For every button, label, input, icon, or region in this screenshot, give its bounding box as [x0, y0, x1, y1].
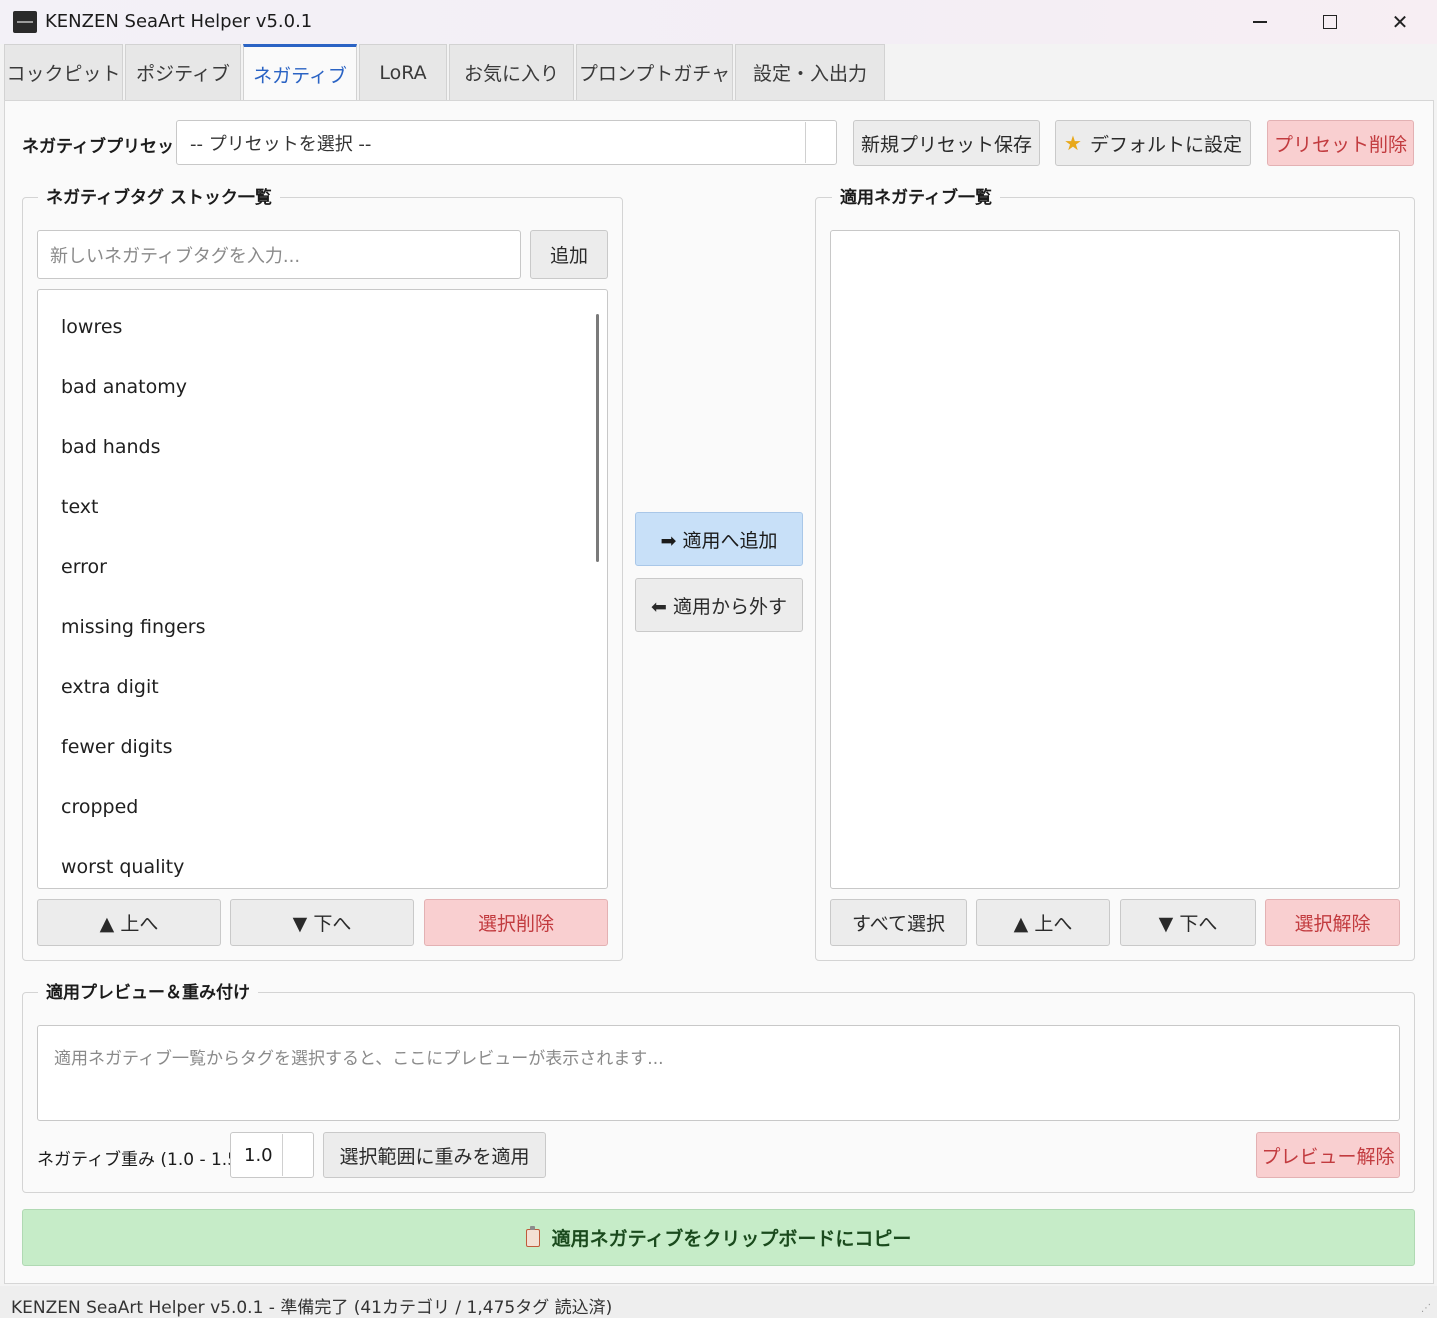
applied-up-label: ▲ 上へ [1013, 913, 1073, 935]
preset-selected-value: -- プリセットを選択 -- [190, 133, 372, 155]
weight-spinbox[interactable]: 1.0 [230, 1132, 314, 1178]
list-item[interactable]: fewer digits [61, 736, 173, 758]
copy-to-clipboard-label: 適用ネガティブをクリップボードにコピー [551, 1228, 912, 1250]
tab-prompt-gacha[interactable]: プロンプトガチャ [576, 44, 733, 100]
list-item[interactable]: lowres [61, 316, 122, 338]
tab-favorites[interactable]: お気に入り [449, 44, 574, 100]
applied-up-button[interactable]: ▲ 上へ [976, 899, 1110, 946]
clear-preview-button[interactable]: プレビュー解除 [1256, 1132, 1400, 1178]
delete-preset-label: プリセット削除 [1273, 133, 1407, 156]
add-to-applied-label: ➡ 適用へ追加 [660, 529, 778, 552]
list-item[interactable]: bad anatomy [61, 376, 187, 398]
tab-settings-io[interactable]: 設定・入出力 [735, 44, 885, 100]
list-item[interactable]: worst quality [61, 856, 184, 878]
save-preset-label: 新規プリセット保存 [860, 133, 1032, 156]
add-tag-label: 追加 [549, 245, 588, 267]
stock-up-label: ▲ 上へ [99, 913, 159, 935]
remove-from-applied-button[interactable]: ⬅ 適用から外す [635, 578, 803, 632]
stock-list[interactable]: lowres bad anatomy bad hands text error … [37, 289, 608, 889]
minimize-icon [1253, 21, 1267, 23]
tab-cockpit[interactable]: コックピット [4, 44, 123, 100]
list-item[interactable]: extra digit [61, 676, 159, 698]
set-default-label: デフォルトに設定 [1089, 133, 1242, 156]
title-bar: KENZEN SeaArt Helper v5.0.1 ✕ [0, 0, 1437, 44]
preview-group-title: 適用プレビュー＆重み付け [38, 978, 258, 1003]
preset-label: ネガティブプリセット: [22, 137, 198, 157]
stock-up-button[interactable]: ▲ 上へ [37, 899, 221, 946]
window-title: KENZEN SeaArt Helper v5.0.1 [45, 11, 313, 32]
preset-dropdown[interactable]: -- プリセットを選択 -- [176, 120, 837, 165]
deselect-button[interactable]: 選択解除 [1265, 899, 1400, 946]
stock-down-button[interactable]: ▼ 下へ [230, 899, 414, 946]
clipboard-icon [525, 1225, 540, 1247]
list-item[interactable]: cropped [61, 796, 138, 818]
set-default-button[interactable]: ★ デフォルトに設定 [1055, 120, 1251, 166]
select-all-button[interactable]: すべて選択 [830, 899, 967, 946]
preview-placeholder: 適用ネガティブ一覧からタグを選択すると、ここにプレビューが表示されます... [54, 1049, 664, 1069]
list-item[interactable]: bad hands [61, 436, 161, 458]
list-item[interactable]: error [61, 556, 107, 578]
add-tag-button[interactable]: 追加 [530, 230, 608, 279]
maximize-button[interactable] [1296, 0, 1364, 44]
applied-down-label: ▼ 下へ [1158, 913, 1218, 935]
add-to-applied-button[interactable]: ➡ 適用へ追加 [635, 512, 803, 566]
applied-list[interactable] [830, 230, 1400, 889]
deselect-label: 選択解除 [1294, 913, 1371, 935]
weight-value: 1.0 [244, 1144, 273, 1166]
weight-label: ネガティブ重み (1.0 - 1.5): [37, 1150, 251, 1170]
spinbox-divider [282, 1134, 283, 1176]
tab-positive[interactable]: ポジティブ [125, 44, 241, 100]
delete-preset-button[interactable]: プリセット削除 [1267, 120, 1414, 166]
stock-delete-button[interactable]: 選択削除 [424, 899, 608, 946]
resize-grip-icon[interactable]: ⋰ [1421, 1303, 1431, 1314]
app-icon [13, 11, 37, 33]
tab-negative[interactable]: ネガティブ [243, 44, 357, 101]
status-text: KENZEN SeaArt Helper v5.0.1 - 準備完了 (41カテ… [11, 1298, 613, 1318]
new-tag-input[interactable]: 新しいネガティブタグを入力... [37, 230, 521, 279]
new-tag-placeholder: 新しいネガティブタグを入力... [50, 245, 301, 267]
stock-list-scrollbar[interactable] [596, 314, 599, 562]
stock-delete-label: 選択削除 [477, 913, 554, 935]
remove-from-applied-label: ⬅ 適用から外す [651, 595, 787, 618]
save-preset-button[interactable]: 新規プリセット保存 [853, 120, 1040, 166]
applied-down-button[interactable]: ▼ 下へ [1120, 899, 1256, 946]
minimize-button[interactable] [1226, 0, 1294, 44]
maximize-icon [1323, 15, 1337, 29]
list-item[interactable]: missing fingers [61, 616, 205, 638]
tab-lora[interactable]: LoRA [359, 44, 447, 100]
apply-weight-button[interactable]: 選択範囲に重みを適用 [323, 1132, 546, 1178]
clear-preview-label: プレビュー解除 [1261, 1145, 1395, 1168]
apply-weight-label: 選択範囲に重みを適用 [339, 1145, 530, 1168]
list-item[interactable]: text [61, 496, 99, 518]
stock-down-label: ▼ 下へ [292, 913, 352, 935]
copy-to-clipboard-button[interactable]: 適用ネガティブをクリップボードにコピー [22, 1209, 1415, 1266]
status-bar: KENZEN SeaArt Helper v5.0.1 - 準備完了 (41カテ… [0, 1286, 1437, 1318]
dropdown-divider [805, 122, 806, 163]
stock-group-title: ネガティブタグ ストック一覧 [38, 183, 280, 208]
applied-group-title: 適用ネガティブ一覧 [832, 183, 1000, 208]
tab-bar: コックピット ポジティブ ネガティブ LoRA お気に入り プロンプトガチャ 設… [4, 44, 887, 101]
select-all-label: すべて選択 [852, 913, 945, 935]
close-icon: ✕ [1391, 10, 1409, 34]
star-icon: ★ [1064, 131, 1082, 155]
close-button[interactable]: ✕ [1366, 0, 1434, 44]
preview-text-area[interactable]: 適用ネガティブ一覧からタグを選択すると、ここにプレビューが表示されます... [37, 1025, 1400, 1121]
